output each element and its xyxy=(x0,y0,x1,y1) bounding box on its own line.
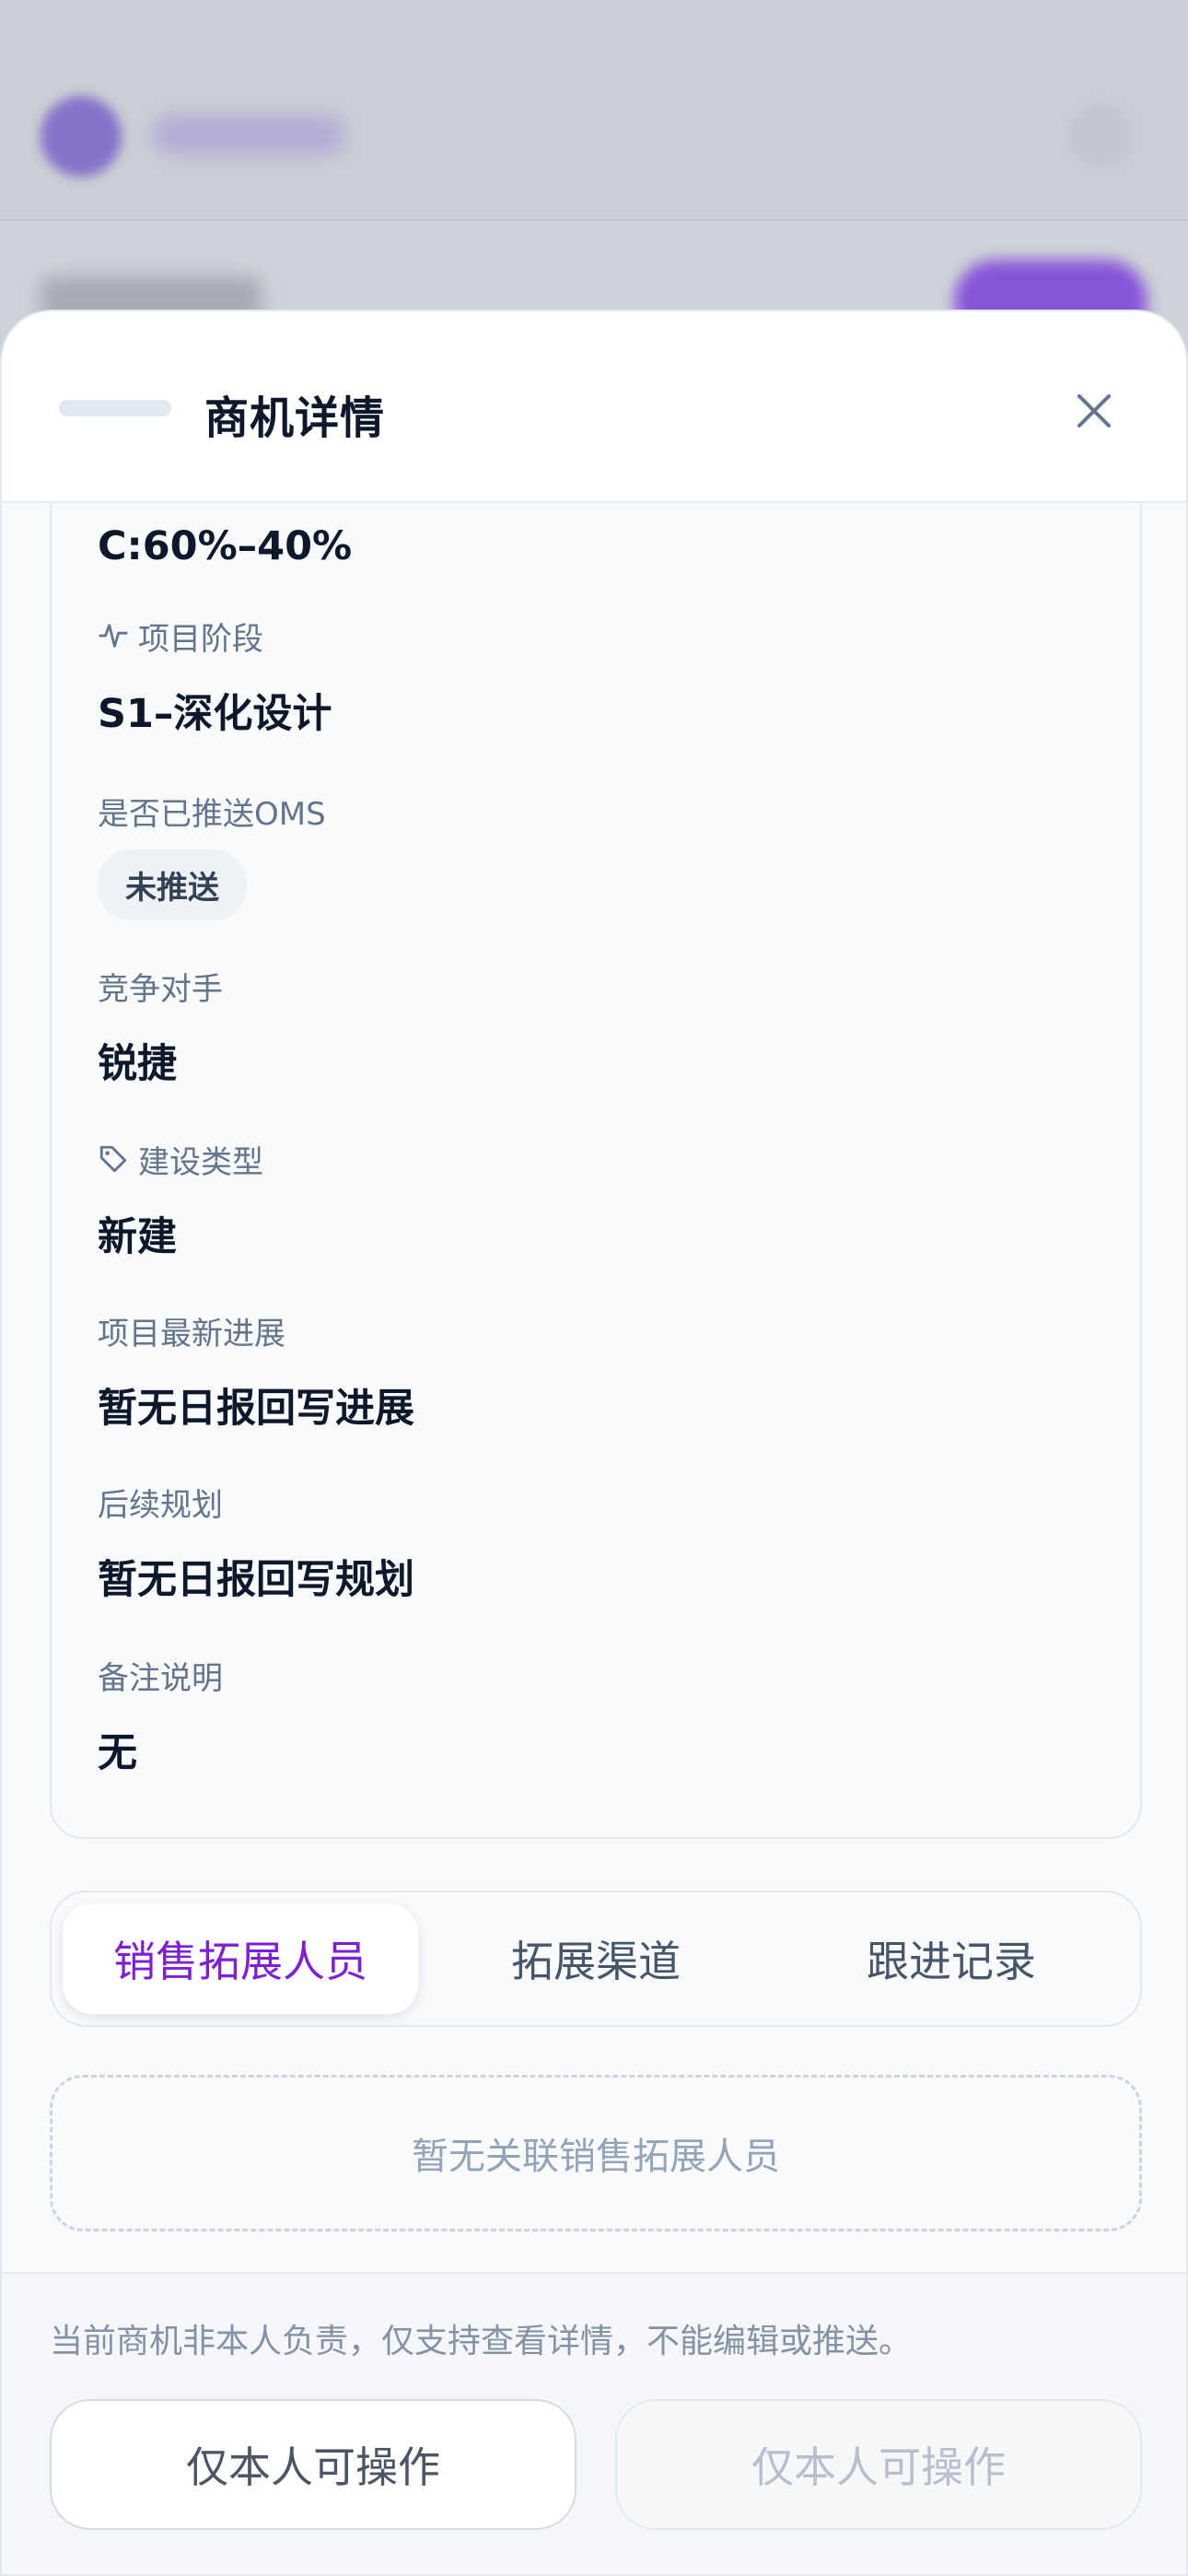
competitor-value: 锐捷 xyxy=(98,1041,177,1087)
close-icon xyxy=(1077,394,1111,427)
remark-value: 无 xyxy=(98,1730,137,1776)
build-type-label: 建设类型 xyxy=(138,1143,263,1181)
build-type-field: 建设类型 新建 xyxy=(98,1139,263,1262)
background-logo xyxy=(41,96,122,177)
owner-only-button-right[interactable]: 仅本人可操作 xyxy=(615,2399,1142,2530)
tab-sales-staff[interactable]: 销售拓展人员 xyxy=(63,1903,418,2014)
progress-field: 项目最新进展 暂无日报回写进展 xyxy=(98,1310,414,1434)
progress-label: 项目最新进展 xyxy=(98,1315,285,1352)
detail-card: C:60%–40% 项目阶段 S1–深化设计 是否已推送OMS 未推送 竞争对手 xyxy=(50,503,1142,1839)
oms-field: 是否已推送OMS 未推送 xyxy=(98,790,326,920)
build-type-value: 新建 xyxy=(98,1214,177,1260)
owner-only-button-left[interactable]: 仅本人可操作 xyxy=(50,2399,577,2530)
plan-value: 暂无日报回写规划 xyxy=(98,1557,414,1603)
competitor-field: 竞争对手 锐捷 xyxy=(98,966,223,1089)
tab-bar: 销售拓展人员 拓展渠道 跟进记录 xyxy=(50,1891,1142,2027)
plan-field: 后续规划 暂无日报回写规划 xyxy=(98,1481,414,1605)
competitor-label: 竞争对手 xyxy=(98,970,223,1008)
stage-value: S1–深化设计 xyxy=(98,691,332,737)
background-topbar xyxy=(0,0,1188,221)
sheet-title: 商机详情 xyxy=(204,392,386,444)
oms-label: 是否已推送OMS xyxy=(98,795,326,833)
ratio-value: C:60%–40% xyxy=(98,523,353,569)
stage-field: 项目阶段 S1–深化设计 xyxy=(98,615,332,739)
build-type-label-row: 建设类型 xyxy=(98,1139,263,1181)
tab-channels[interactable]: 拓展渠道 xyxy=(418,1903,774,2014)
detail-sheet: 商机详情 C:60%–40% 项目阶段 S1–深化设计 是否已推送OMS 未推送… xyxy=(0,310,1188,2576)
footer: 当前商机非本人负责，仅支持查看详情，不能编辑或推送。 仅本人可操作 仅本人可操作 xyxy=(2,2272,1186,2574)
tag-icon xyxy=(99,1145,127,1173)
oms-status-badge: 未推送 xyxy=(98,849,247,920)
stage-label: 项目阶段 xyxy=(138,620,263,658)
remark-label: 备注说明 xyxy=(98,1659,223,1697)
empty-state: 暂无关联销售拓展人员 xyxy=(50,2075,1142,2231)
activity-icon xyxy=(99,624,128,648)
tab-follow-up[interactable]: 跟进记录 xyxy=(774,1903,1129,2014)
stage-label-row: 项目阶段 xyxy=(98,615,332,658)
remark-field: 备注说明 无 xyxy=(98,1655,223,1778)
progress-value: 暂无日报回写进展 xyxy=(98,1386,414,1432)
close-button[interactable] xyxy=(1068,385,1120,437)
drag-handle[interactable] xyxy=(59,400,171,416)
background-brand xyxy=(152,114,345,155)
sheet-header: 商机详情 xyxy=(2,311,1186,503)
plan-label: 后续规划 xyxy=(98,1486,223,1524)
footer-note: 当前商机非本人负责，仅支持查看详情，不能编辑或推送。 xyxy=(50,2323,913,2360)
ratio-field: C:60%–40% xyxy=(98,523,352,569)
background-avatar xyxy=(1068,103,1133,168)
